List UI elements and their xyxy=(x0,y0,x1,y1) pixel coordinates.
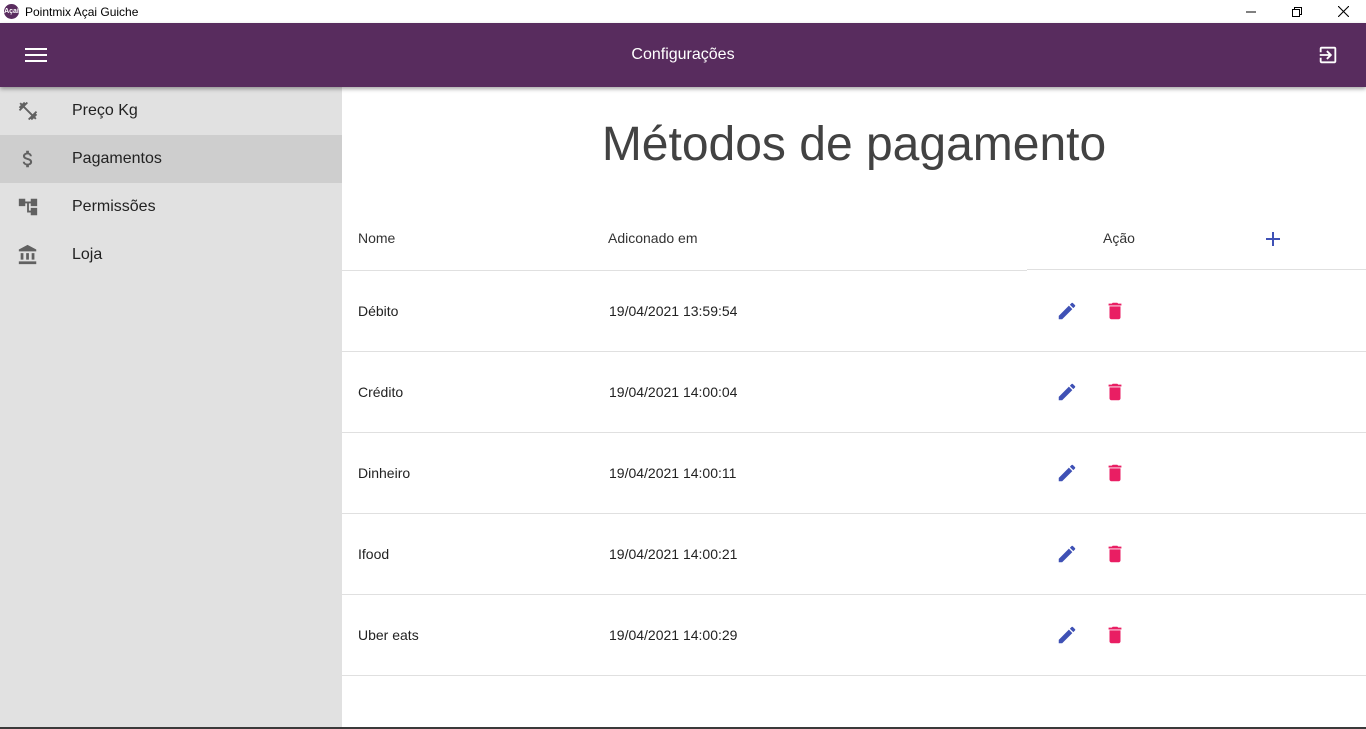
delete-icon xyxy=(1104,543,1126,565)
table-header: Nome Adiconado em Ação xyxy=(342,203,1366,271)
edit-icon xyxy=(1056,300,1078,322)
plus-icon xyxy=(1266,232,1280,246)
column-header-action: Ação xyxy=(1103,230,1135,246)
edit-icon xyxy=(1056,624,1078,646)
table-body: Débito 19/04/2021 13:59:54 Crédito 19/04/20… xyxy=(342,271,1366,676)
hierarchy-icon xyxy=(16,195,40,219)
table-row: Dinheiro 19/04/2021 14:00:11 xyxy=(342,433,1366,514)
window-controls xyxy=(1228,0,1366,23)
payment-methods-table: Nome Adiconado em Ação Débito 19/04/2021 … xyxy=(342,203,1366,676)
payment-added-date: 19/04/2021 14:00:29 xyxy=(609,627,738,643)
delete-icon xyxy=(1104,381,1126,403)
column-header-name: Nome xyxy=(358,230,396,246)
table-row: Ifood 19/04/2021 14:00:21 xyxy=(342,514,1366,595)
window-title: Pointmix Açai Guiche xyxy=(25,4,139,19)
table-row: Crédito 19/04/2021 14:00:04 xyxy=(342,352,1366,433)
weight-icon xyxy=(16,99,40,123)
delete-button[interactable] xyxy=(1103,542,1127,566)
payment-added-date: 19/04/2021 13:59:54 xyxy=(609,303,738,319)
table-row: Débito 19/04/2021 13:59:54 xyxy=(342,271,1366,352)
delete-button[interactable] xyxy=(1103,623,1127,647)
payment-added-date: 19/04/2021 14:00:21 xyxy=(609,546,738,562)
delete-button[interactable] xyxy=(1103,380,1127,404)
delete-button[interactable] xyxy=(1103,461,1127,485)
table-row: Uber eats 19/04/2021 14:00:29 xyxy=(342,595,1366,676)
restore-button[interactable] xyxy=(1274,0,1320,23)
minimize-icon xyxy=(1246,11,1256,12)
edit-button[interactable] xyxy=(1055,299,1079,323)
sidebar-item-label: Permissões xyxy=(72,198,156,215)
payment-name: Dinheiro xyxy=(358,465,411,481)
page-heading: Métodos de pagamento xyxy=(342,117,1366,172)
payment-name: Uber eats xyxy=(358,627,419,643)
logout-icon xyxy=(1319,46,1337,64)
divider xyxy=(1027,269,1366,270)
edit-button[interactable] xyxy=(1055,542,1079,566)
app-bar: Configurações xyxy=(0,23,1366,87)
restore-icon xyxy=(1292,6,1302,17)
delete-icon xyxy=(1104,462,1126,484)
delete-icon xyxy=(1104,300,1126,322)
edit-button[interactable] xyxy=(1055,461,1079,485)
edit-icon xyxy=(1056,381,1078,403)
bank-icon xyxy=(16,243,40,267)
sidebar-item-loja[interactable]: Loja xyxy=(0,231,342,279)
column-header-added: Adiconado em xyxy=(608,230,698,246)
sidebar-item-label: Pagamentos xyxy=(72,150,162,167)
payment-added-date: 19/04/2021 14:00:04 xyxy=(609,384,738,400)
dollar-icon xyxy=(16,147,40,171)
edit-icon xyxy=(1056,543,1078,565)
minimize-button[interactable] xyxy=(1228,0,1274,23)
close-icon xyxy=(1337,6,1349,17)
sidebar-item-label: Preço Kg xyxy=(72,102,138,119)
window-titlebar: Açaí Pointmix Açai Guiche xyxy=(0,0,1366,23)
delete-button[interactable] xyxy=(1103,299,1127,323)
sidebar-item-label: Loja xyxy=(72,246,103,263)
page-title-bar: Configurações xyxy=(631,46,735,63)
delete-icon xyxy=(1104,624,1126,646)
payment-name: Débito xyxy=(358,303,399,319)
app-logo-icon: Açaí xyxy=(4,4,19,19)
payment-name: Crédito xyxy=(358,384,404,400)
logout-button[interactable] xyxy=(1304,31,1352,79)
page-heading-text: Métodos de pagamento xyxy=(601,118,1107,171)
edit-button[interactable] xyxy=(1055,380,1079,404)
close-button[interactable] xyxy=(1320,0,1366,23)
payment-name: Ifood xyxy=(358,546,390,562)
edit-icon xyxy=(1056,462,1078,484)
sidebar-item-pagamentos[interactable]: Pagamentos xyxy=(0,135,342,183)
sidebar: Preço Kg Pagamentos Permissões Loja xyxy=(0,87,342,729)
sidebar-item-permissoes[interactable]: Permissões xyxy=(0,183,342,231)
sidebar-item-preco-kg[interactable]: Preço Kg xyxy=(0,87,342,135)
payment-added-date: 19/04/2021 14:00:11 xyxy=(609,465,737,481)
add-payment-button[interactable] xyxy=(1261,227,1285,251)
main-content: Métodos de pagamento Nome Adiconado em A… xyxy=(342,87,1366,729)
edit-button[interactable] xyxy=(1055,623,1079,647)
